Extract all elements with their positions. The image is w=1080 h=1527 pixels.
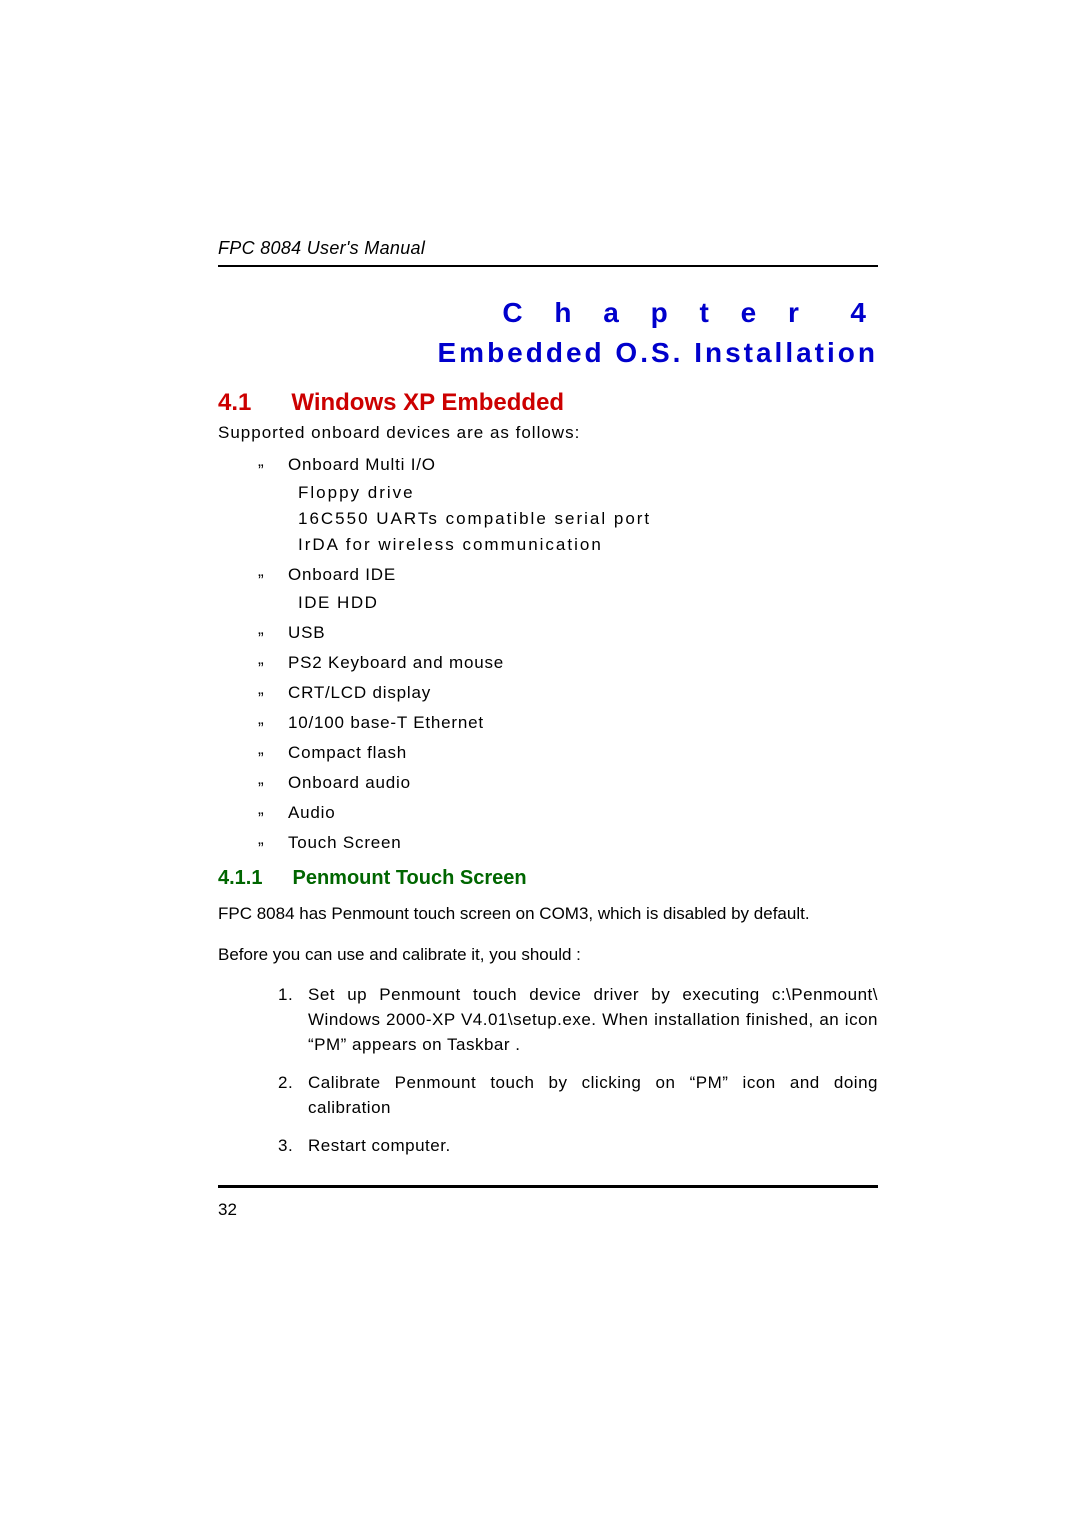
list-item: Compact flash xyxy=(258,743,878,763)
step-item: 1. Set up Penmount touch device driver by… xyxy=(278,983,878,1057)
step-number: 1. xyxy=(278,983,293,1008)
list-item-label: Onboard Multi I/O xyxy=(288,455,436,474)
list-item: Onboard IDE IDE HDD xyxy=(258,565,878,613)
page-number: 32 xyxy=(218,1200,878,1220)
paragraph: Before you can use and calibrate it, you… xyxy=(218,943,878,968)
chapter-word: C h a p t e r xyxy=(502,297,810,328)
step-number: 2. xyxy=(278,1071,293,1096)
list-item: Touch Screen xyxy=(258,833,878,853)
step-text: Restart computer. xyxy=(308,1136,451,1155)
sub-item: IrDA for wireless communication xyxy=(298,535,878,555)
subsection-number: 4.1.1 xyxy=(218,867,262,890)
list-item-label: Onboard IDE xyxy=(288,565,396,584)
sub-item: IDE HDD xyxy=(298,593,878,613)
sub-list: IDE HDD xyxy=(288,593,878,613)
list-item-label: CRT/LCD display xyxy=(288,683,431,702)
list-item: USB xyxy=(258,623,878,643)
sub-list: Floppy drive 16C550 UARTs compatible ser… xyxy=(288,483,878,555)
list-item-label: Compact flash xyxy=(288,743,407,762)
sub-item: Floppy drive xyxy=(298,483,878,503)
list-item: Onboard Multi I/O Floppy drive 16C550 UA… xyxy=(258,455,878,555)
step-number: 3. xyxy=(278,1134,293,1159)
list-item-label: USB xyxy=(288,623,325,642)
subsection-heading: 4.1.1 Penmount Touch Screen xyxy=(218,867,878,890)
list-item-label: Touch Screen xyxy=(288,833,402,852)
list-item-label: Onboard audio xyxy=(288,773,411,792)
chapter-label: C h a p t e r 4 xyxy=(218,297,878,329)
subsection-title: Penmount Touch Screen xyxy=(292,867,526,889)
list-item-label: 10/100 base-T Ethernet xyxy=(288,713,484,732)
sub-item: 16C550 UARTs compatible serial port xyxy=(298,509,878,529)
section-title: Windows XP Embedded xyxy=(291,389,564,416)
chapter-number: 4 xyxy=(850,297,878,328)
steps-list: 1. Set up Penmount touch device driver by… xyxy=(218,983,878,1159)
step-item: 3. Restart computer. xyxy=(278,1134,878,1159)
chapter-title: Embedded O.S. Installation xyxy=(218,337,878,369)
list-item-label: PS2 Keyboard and mouse xyxy=(288,653,504,672)
document-page: FPC 8084 User's Manual C h a p t e r 4 E… xyxy=(218,238,878,1220)
list-item: Audio xyxy=(258,803,878,823)
section-number: 4.1 xyxy=(218,389,251,417)
list-item: CRT/LCD display xyxy=(258,683,878,703)
step-item: 2. Calibrate Penmount touch by clicking o… xyxy=(278,1071,878,1120)
running-header: FPC 8084 User's Manual xyxy=(218,238,878,259)
paragraph: FPC 8084 has Penmount touch screen on CO… xyxy=(218,902,878,927)
device-list: Onboard Multi I/O Floppy drive 16C550 UA… xyxy=(218,455,878,853)
list-item-label: Audio xyxy=(288,803,335,822)
list-item: Onboard audio xyxy=(258,773,878,793)
section-heading: 4.1 Windows XP Embedded xyxy=(218,389,878,417)
footer-rule: 32 xyxy=(218,1185,878,1220)
header-rule: FPC 8084 User's Manual xyxy=(218,238,878,267)
step-text: Set up Penmount touch device driver by e… xyxy=(308,985,878,1053)
list-item: PS2 Keyboard and mouse xyxy=(258,653,878,673)
step-text: Calibrate Penmount touch by clicking on … xyxy=(308,1073,878,1117)
section-intro: Supported onboard devices are as follows… xyxy=(218,423,878,443)
list-item: 10/100 base-T Ethernet xyxy=(258,713,878,733)
